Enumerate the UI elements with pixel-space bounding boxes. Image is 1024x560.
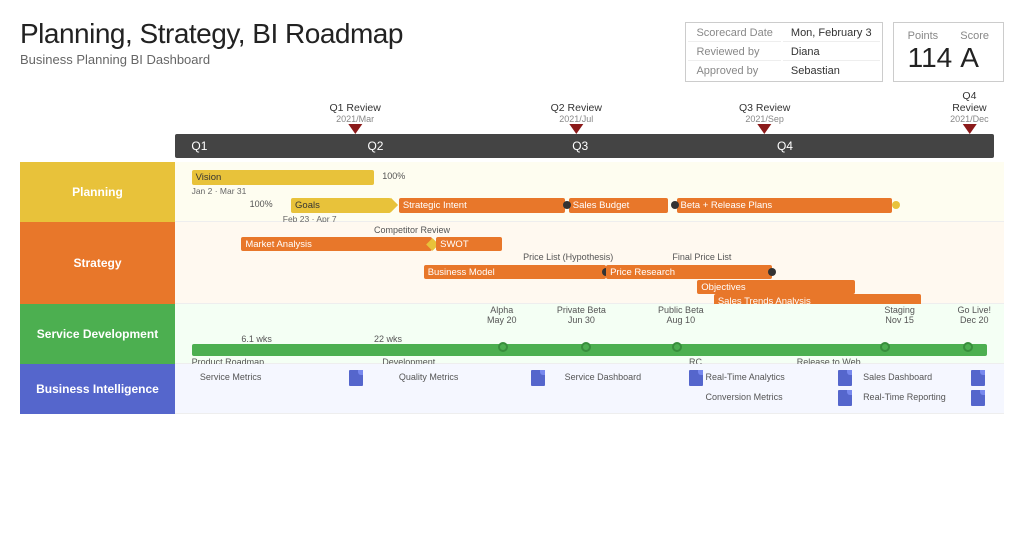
scorecard-block: Scorecard Date Mon, February 3 Reviewed … [685, 22, 1004, 82]
dot3 [892, 201, 900, 209]
service-metrics-icon [349, 370, 363, 386]
page-subtitle: Business Planning BI Dashboard [20, 52, 403, 67]
realtime-analytics-label: Real-Time Analytics [706, 372, 785, 382]
quality-metrics-icon [531, 370, 545, 386]
realtime-reporting-label: Real-Time Reporting [863, 392, 946, 402]
bi-label: Business Intelligence [20, 364, 175, 414]
strategy-content: Competitor Review Market Analysis SWOT P… [175, 222, 1004, 304]
realtime-reporting-icon [971, 390, 985, 406]
strategy-label: Strategy [20, 222, 175, 304]
title-block: Planning, Strategy, BI Roadmap Business … [20, 18, 403, 67]
dot2 [671, 201, 679, 209]
strategic-intent-bar: Strategic Intent [399, 198, 565, 213]
quarters-labels: Q1 Review 2021/Mar Q2 Review 2021/Jul Q3… [175, 90, 994, 134]
points-value: 114 [908, 42, 953, 74]
planning-content: Vision 100% Jan 2 · Mar 31 Goals 100% Fe… [175, 162, 1004, 222]
approved-label: Approved by [688, 63, 780, 79]
golive-label: Go Live!Dec 20 [954, 305, 994, 325]
q3-bar-label: Q3 [572, 139, 588, 153]
price-list-hyp-label: Price List (Hypothesis) [523, 252, 613, 262]
objectives-bar: Objectives [697, 280, 855, 294]
business-model-bar: Business Model [424, 265, 606, 279]
competitor-review-label: Competitor Review [374, 225, 450, 235]
public-beta-label: Public BetaAug 10 [656, 305, 706, 325]
page-title: Planning, Strategy, BI Roadmap [20, 18, 403, 50]
wks-6: 6.1 wks [241, 334, 272, 344]
alpha-label: AlphaMay 20 [482, 305, 522, 325]
dot1 [563, 201, 571, 209]
q3-review-marker: Q3 Review 2021/Sep [739, 102, 790, 134]
q1-bar-label: Q1 [191, 139, 207, 153]
goals-bar: Goals [291, 198, 390, 213]
q4-review-marker: Q4 Review 2021/Dec [950, 90, 989, 134]
conversion-metrics-label: Conversion Metrics [706, 392, 783, 402]
sales-dashboard-icon [971, 370, 985, 386]
realtime-analytics-icon [838, 370, 852, 386]
final-price-label: Final Price List [672, 252, 731, 262]
price-research-bar: Price Research [606, 265, 772, 279]
service-content: AlphaMay 20 Private BetaJun 30 Public Be… [175, 304, 1004, 364]
market-analysis-bar: Market Analysis [241, 237, 432, 251]
staging-label: StagingNov 15 [880, 305, 920, 325]
pr-dot [768, 268, 776, 276]
conversion-metrics-icon [838, 390, 852, 406]
scorecard-date-value: Mon, February 3 [783, 25, 880, 42]
strategy-row: Strategy Competitor Review Market Analys… [20, 222, 1004, 304]
header: Planning, Strategy, BI Roadmap Business … [20, 18, 1004, 82]
q2-review-marker: Q2 Review 2021/Jul [551, 102, 602, 134]
planning-row: Planning Vision 100% Jan 2 · Mar 31 Goal… [20, 162, 1004, 222]
q4-bar-label: Q4 [777, 139, 793, 153]
service-metrics-label: Service Metrics [200, 372, 262, 382]
private-beta-label: Private BetaJun 30 [556, 305, 606, 325]
approved-value: Sebastian [783, 63, 880, 79]
service-dashboard-icon [689, 370, 703, 386]
planning-label: Planning [20, 162, 175, 222]
score-value: A [960, 42, 989, 74]
golive-dot [963, 342, 973, 352]
reviewed-value: Diana [783, 44, 880, 61]
goals-pct: 100% [250, 199, 273, 209]
beta-release-bar: Beta + Release Plans [677, 198, 893, 213]
sales-budget-bar: Sales Budget [569, 198, 668, 213]
service-row: Service Development AlphaMay 20 Private … [20, 304, 1004, 364]
points-label: Points [908, 30, 953, 42]
vision-dates: Jan 2 · Mar 31 [192, 186, 247, 196]
scorecard-date-label: Scorecard Date [688, 25, 780, 42]
staging-dot [880, 342, 890, 352]
bi-row: Business Intelligence Service Metrics Qu… [20, 364, 1004, 414]
vision-pct: 100% [382, 171, 405, 181]
bi-content: Service Metrics Quality Metrics Service … [175, 364, 1004, 414]
quality-metrics-label: Quality Metrics [399, 372, 459, 382]
vision-bar: Vision [192, 170, 374, 185]
service-dashboard-label: Service Dashboard [565, 372, 642, 382]
sales-dashboard-label: Sales Dashboard [863, 372, 932, 382]
q1-review-marker: Q1 Review 2021/Mar [329, 102, 380, 134]
wks-22: 22 wks [374, 334, 402, 344]
points-box: Points 114 Score A [893, 22, 1004, 82]
service-label: Service Development [20, 304, 175, 364]
timeline-section: Q1 Review 2021/Mar Q2 Review 2021/Jul Q3… [20, 90, 1004, 158]
scorecard-table: Scorecard Date Mon, February 3 Reviewed … [685, 22, 882, 82]
reviewed-label: Reviewed by [688, 44, 780, 61]
swot-bar: SWOT [436, 237, 502, 251]
q2-bar-label: Q2 [367, 139, 383, 153]
score-label: Score [960, 30, 989, 42]
gantt-area: Planning Vision 100% Jan 2 · Mar 31 Goal… [20, 162, 1004, 414]
